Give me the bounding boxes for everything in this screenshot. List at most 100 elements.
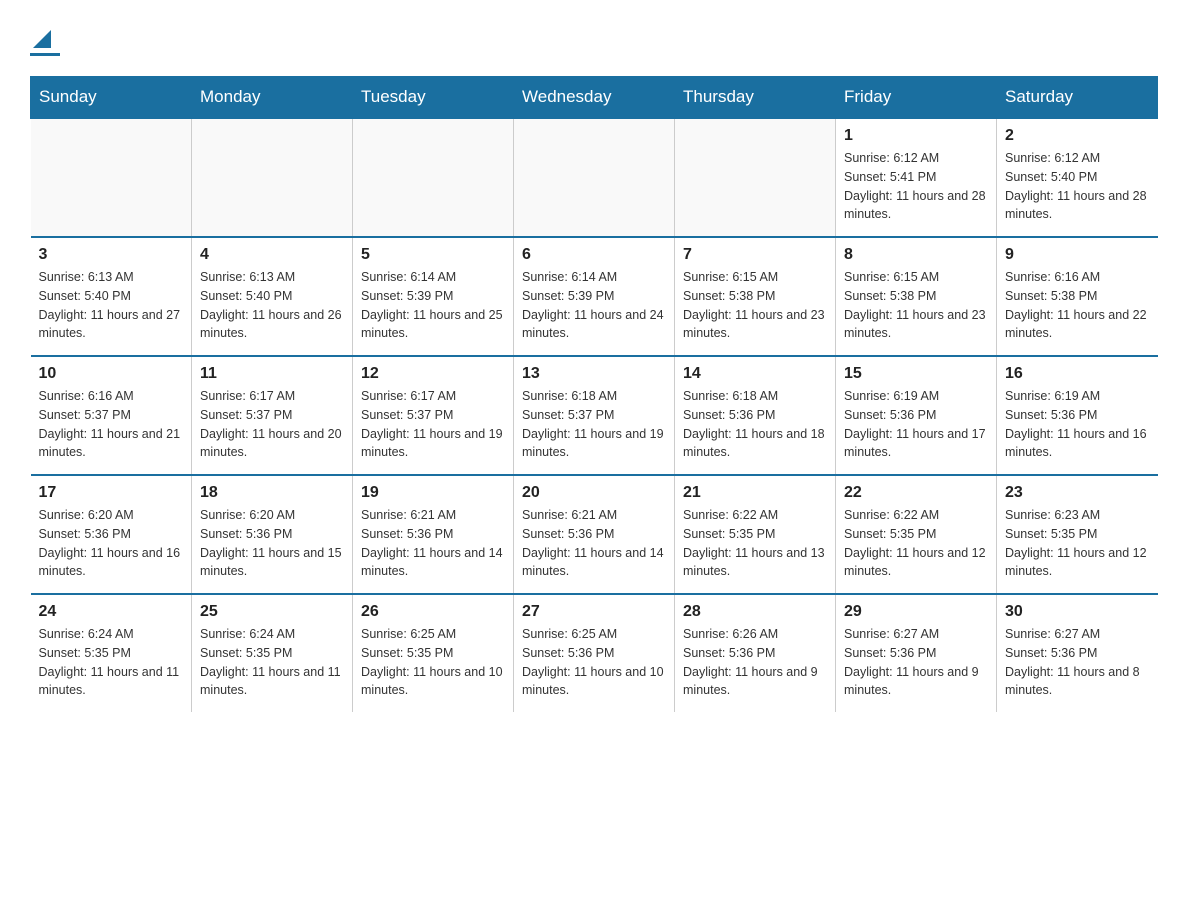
day-info: Sunrise: 6:14 AMSunset: 5:39 PMDaylight:…	[361, 268, 505, 343]
day-number: 15	[844, 365, 988, 383]
calendar-cell	[514, 118, 675, 237]
day-number: 20	[522, 484, 666, 502]
weekday-header-thursday: Thursday	[675, 77, 836, 119]
weekday-header-monday: Monday	[192, 77, 353, 119]
day-number: 16	[1005, 365, 1150, 383]
calendar-cell: 14 Sunrise: 6:18 AMSunset: 5:36 PMDaylig…	[675, 356, 836, 475]
calendar-week-row: 1 Sunrise: 6:12 AMSunset: 5:41 PMDayligh…	[31, 118, 1158, 237]
day-info: Sunrise: 6:13 AMSunset: 5:40 PMDaylight:…	[200, 268, 344, 343]
day-info: Sunrise: 6:23 AMSunset: 5:35 PMDaylight:…	[1005, 506, 1150, 581]
calendar-cell: 15 Sunrise: 6:19 AMSunset: 5:36 PMDaylig…	[836, 356, 997, 475]
day-number: 14	[683, 365, 827, 383]
day-number: 4	[200, 246, 344, 264]
day-number: 2	[1005, 127, 1150, 145]
calendar-cell: 9 Sunrise: 6:16 AMSunset: 5:38 PMDayligh…	[997, 237, 1158, 356]
calendar-cell	[353, 118, 514, 237]
calendar-cell: 20 Sunrise: 6:21 AMSunset: 5:36 PMDaylig…	[514, 475, 675, 594]
day-info: Sunrise: 6:20 AMSunset: 5:36 PMDaylight:…	[39, 506, 184, 581]
day-info: Sunrise: 6:27 AMSunset: 5:36 PMDaylight:…	[844, 625, 988, 700]
calendar-cell: 2 Sunrise: 6:12 AMSunset: 5:40 PMDayligh…	[997, 118, 1158, 237]
calendar-cell: 17 Sunrise: 6:20 AMSunset: 5:36 PMDaylig…	[31, 475, 192, 594]
day-info: Sunrise: 6:22 AMSunset: 5:35 PMDaylight:…	[844, 506, 988, 581]
day-number: 10	[39, 365, 184, 383]
logo-triangle-icon	[33, 30, 51, 48]
calendar-cell: 7 Sunrise: 6:15 AMSunset: 5:38 PMDayligh…	[675, 237, 836, 356]
day-number: 11	[200, 365, 344, 383]
calendar-cell: 19 Sunrise: 6:21 AMSunset: 5:36 PMDaylig…	[353, 475, 514, 594]
calendar-cell: 11 Sunrise: 6:17 AMSunset: 5:37 PMDaylig…	[192, 356, 353, 475]
calendar-cell: 10 Sunrise: 6:16 AMSunset: 5:37 PMDaylig…	[31, 356, 192, 475]
page-header	[30, 20, 1158, 56]
calendar-cell: 4 Sunrise: 6:13 AMSunset: 5:40 PMDayligh…	[192, 237, 353, 356]
day-number: 21	[683, 484, 827, 502]
day-info: Sunrise: 6:25 AMSunset: 5:35 PMDaylight:…	[361, 625, 505, 700]
weekday-header-friday: Friday	[836, 77, 997, 119]
weekday-header-wednesday: Wednesday	[514, 77, 675, 119]
day-number: 27	[522, 603, 666, 621]
weekday-header-saturday: Saturday	[997, 77, 1158, 119]
day-number: 28	[683, 603, 827, 621]
calendar-table: SundayMondayTuesdayWednesdayThursdayFrid…	[30, 76, 1158, 712]
day-number: 12	[361, 365, 505, 383]
day-number: 24	[39, 603, 184, 621]
day-number: 25	[200, 603, 344, 621]
day-info: Sunrise: 6:25 AMSunset: 5:36 PMDaylight:…	[522, 625, 666, 700]
day-info: Sunrise: 6:19 AMSunset: 5:36 PMDaylight:…	[1005, 387, 1150, 462]
day-number: 5	[361, 246, 505, 264]
calendar-cell: 27 Sunrise: 6:25 AMSunset: 5:36 PMDaylig…	[514, 594, 675, 712]
day-number: 18	[200, 484, 344, 502]
calendar-cell: 25 Sunrise: 6:24 AMSunset: 5:35 PMDaylig…	[192, 594, 353, 712]
calendar-cell: 5 Sunrise: 6:14 AMSunset: 5:39 PMDayligh…	[353, 237, 514, 356]
calendar-cell: 26 Sunrise: 6:25 AMSunset: 5:35 PMDaylig…	[353, 594, 514, 712]
calendar-cell: 3 Sunrise: 6:13 AMSunset: 5:40 PMDayligh…	[31, 237, 192, 356]
calendar-cell: 6 Sunrise: 6:14 AMSunset: 5:39 PMDayligh…	[514, 237, 675, 356]
day-number: 8	[844, 246, 988, 264]
day-number: 23	[1005, 484, 1150, 502]
weekday-header-row: SundayMondayTuesdayWednesdayThursdayFrid…	[31, 77, 1158, 119]
day-number: 17	[39, 484, 184, 502]
day-info: Sunrise: 6:22 AMSunset: 5:35 PMDaylight:…	[683, 506, 827, 581]
day-info: Sunrise: 6:12 AMSunset: 5:41 PMDaylight:…	[844, 149, 988, 224]
day-info: Sunrise: 6:19 AMSunset: 5:36 PMDaylight:…	[844, 387, 988, 462]
day-number: 19	[361, 484, 505, 502]
day-info: Sunrise: 6:15 AMSunset: 5:38 PMDaylight:…	[683, 268, 827, 343]
day-info: Sunrise: 6:26 AMSunset: 5:36 PMDaylight:…	[683, 625, 827, 700]
calendar-cell: 22 Sunrise: 6:22 AMSunset: 5:35 PMDaylig…	[836, 475, 997, 594]
day-info: Sunrise: 6:17 AMSunset: 5:37 PMDaylight:…	[200, 387, 344, 462]
day-info: Sunrise: 6:24 AMSunset: 5:35 PMDaylight:…	[200, 625, 344, 700]
calendar-cell: 16 Sunrise: 6:19 AMSunset: 5:36 PMDaylig…	[997, 356, 1158, 475]
day-info: Sunrise: 6:14 AMSunset: 5:39 PMDaylight:…	[522, 268, 666, 343]
logo	[30, 30, 64, 56]
calendar-week-row: 24 Sunrise: 6:24 AMSunset: 5:35 PMDaylig…	[31, 594, 1158, 712]
day-info: Sunrise: 6:17 AMSunset: 5:37 PMDaylight:…	[361, 387, 505, 462]
day-info: Sunrise: 6:18 AMSunset: 5:36 PMDaylight:…	[683, 387, 827, 462]
calendar-cell: 18 Sunrise: 6:20 AMSunset: 5:36 PMDaylig…	[192, 475, 353, 594]
calendar-cell: 30 Sunrise: 6:27 AMSunset: 5:36 PMDaylig…	[997, 594, 1158, 712]
calendar-week-row: 17 Sunrise: 6:20 AMSunset: 5:36 PMDaylig…	[31, 475, 1158, 594]
calendar-cell: 24 Sunrise: 6:24 AMSunset: 5:35 PMDaylig…	[31, 594, 192, 712]
calendar-cell	[31, 118, 192, 237]
day-info: Sunrise: 6:21 AMSunset: 5:36 PMDaylight:…	[361, 506, 505, 581]
weekday-header-tuesday: Tuesday	[353, 77, 514, 119]
calendar-cell	[675, 118, 836, 237]
day-info: Sunrise: 6:21 AMSunset: 5:36 PMDaylight:…	[522, 506, 666, 581]
calendar-cell: 21 Sunrise: 6:22 AMSunset: 5:35 PMDaylig…	[675, 475, 836, 594]
day-number: 3	[39, 246, 184, 264]
day-number: 22	[844, 484, 988, 502]
day-number: 13	[522, 365, 666, 383]
calendar-week-row: 3 Sunrise: 6:13 AMSunset: 5:40 PMDayligh…	[31, 237, 1158, 356]
day-info: Sunrise: 6:24 AMSunset: 5:35 PMDaylight:…	[39, 625, 184, 700]
day-info: Sunrise: 6:16 AMSunset: 5:37 PMDaylight:…	[39, 387, 184, 462]
day-number: 7	[683, 246, 827, 264]
calendar-week-row: 10 Sunrise: 6:16 AMSunset: 5:37 PMDaylig…	[31, 356, 1158, 475]
day-number: 29	[844, 603, 988, 621]
day-number: 30	[1005, 603, 1150, 621]
calendar-cell: 1 Sunrise: 6:12 AMSunset: 5:41 PMDayligh…	[836, 118, 997, 237]
day-number: 9	[1005, 246, 1150, 264]
day-number: 6	[522, 246, 666, 264]
day-number: 1	[844, 127, 988, 145]
calendar-cell: 23 Sunrise: 6:23 AMSunset: 5:35 PMDaylig…	[997, 475, 1158, 594]
calendar-cell: 12 Sunrise: 6:17 AMSunset: 5:37 PMDaylig…	[353, 356, 514, 475]
day-info: Sunrise: 6:16 AMSunset: 5:38 PMDaylight:…	[1005, 268, 1150, 343]
calendar-cell	[192, 118, 353, 237]
